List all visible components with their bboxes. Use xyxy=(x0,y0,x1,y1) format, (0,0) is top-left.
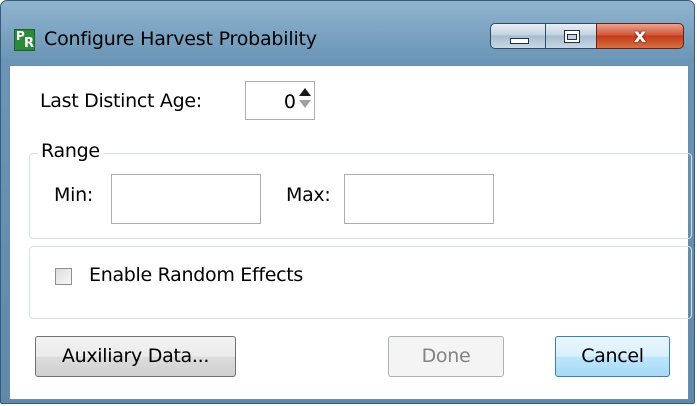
close-button[interactable]: x xyxy=(596,23,684,49)
stepper-down-arrow-icon[interactable] xyxy=(299,100,311,108)
enable-random-effects-checkbox[interactable] xyxy=(55,268,72,285)
maximize-icon xyxy=(564,30,580,43)
caption-buttons: x xyxy=(490,23,686,51)
min-label: Min: xyxy=(54,184,93,206)
max-input[interactable] xyxy=(344,174,494,224)
app-icon[interactable]: P R xyxy=(14,29,35,51)
dialog-window: P R Configure Harvest Probability x Last… xyxy=(0,0,695,404)
minimize-icon xyxy=(510,38,529,44)
auxiliary-data-button[interactable]: Auxiliary Data... xyxy=(35,336,236,377)
enable-random-effects-label[interactable]: Enable Random Effects xyxy=(89,264,303,286)
dialog-content: Last Distinct Age: 0 Range Min: Max: Ena… xyxy=(9,65,692,400)
close-icon: x xyxy=(633,25,647,47)
range-group: Range Min: Max: xyxy=(29,140,692,239)
cancel-button[interactable]: Cancel xyxy=(555,336,670,377)
min-input[interactable] xyxy=(111,174,261,224)
last-distinct-age-stepper[interactable]: 0 xyxy=(245,81,315,120)
app-icon-letter-r: R xyxy=(24,36,35,51)
last-distinct-age-value[interactable]: 0 xyxy=(246,91,296,113)
minimize-button[interactable] xyxy=(490,23,546,49)
stepper-up-arrow-icon[interactable] xyxy=(299,88,311,96)
range-group-legend: Range xyxy=(38,140,103,162)
maximize-button[interactable] xyxy=(545,23,597,49)
max-label: Max: xyxy=(286,184,331,206)
window-title: Configure Harvest Probability xyxy=(44,28,317,50)
done-button[interactable]: Done xyxy=(388,336,504,377)
last-distinct-age-label: Last Distinct Age: xyxy=(40,90,202,112)
title-bar[interactable]: P R Configure Harvest Probability x xyxy=(1,1,694,65)
